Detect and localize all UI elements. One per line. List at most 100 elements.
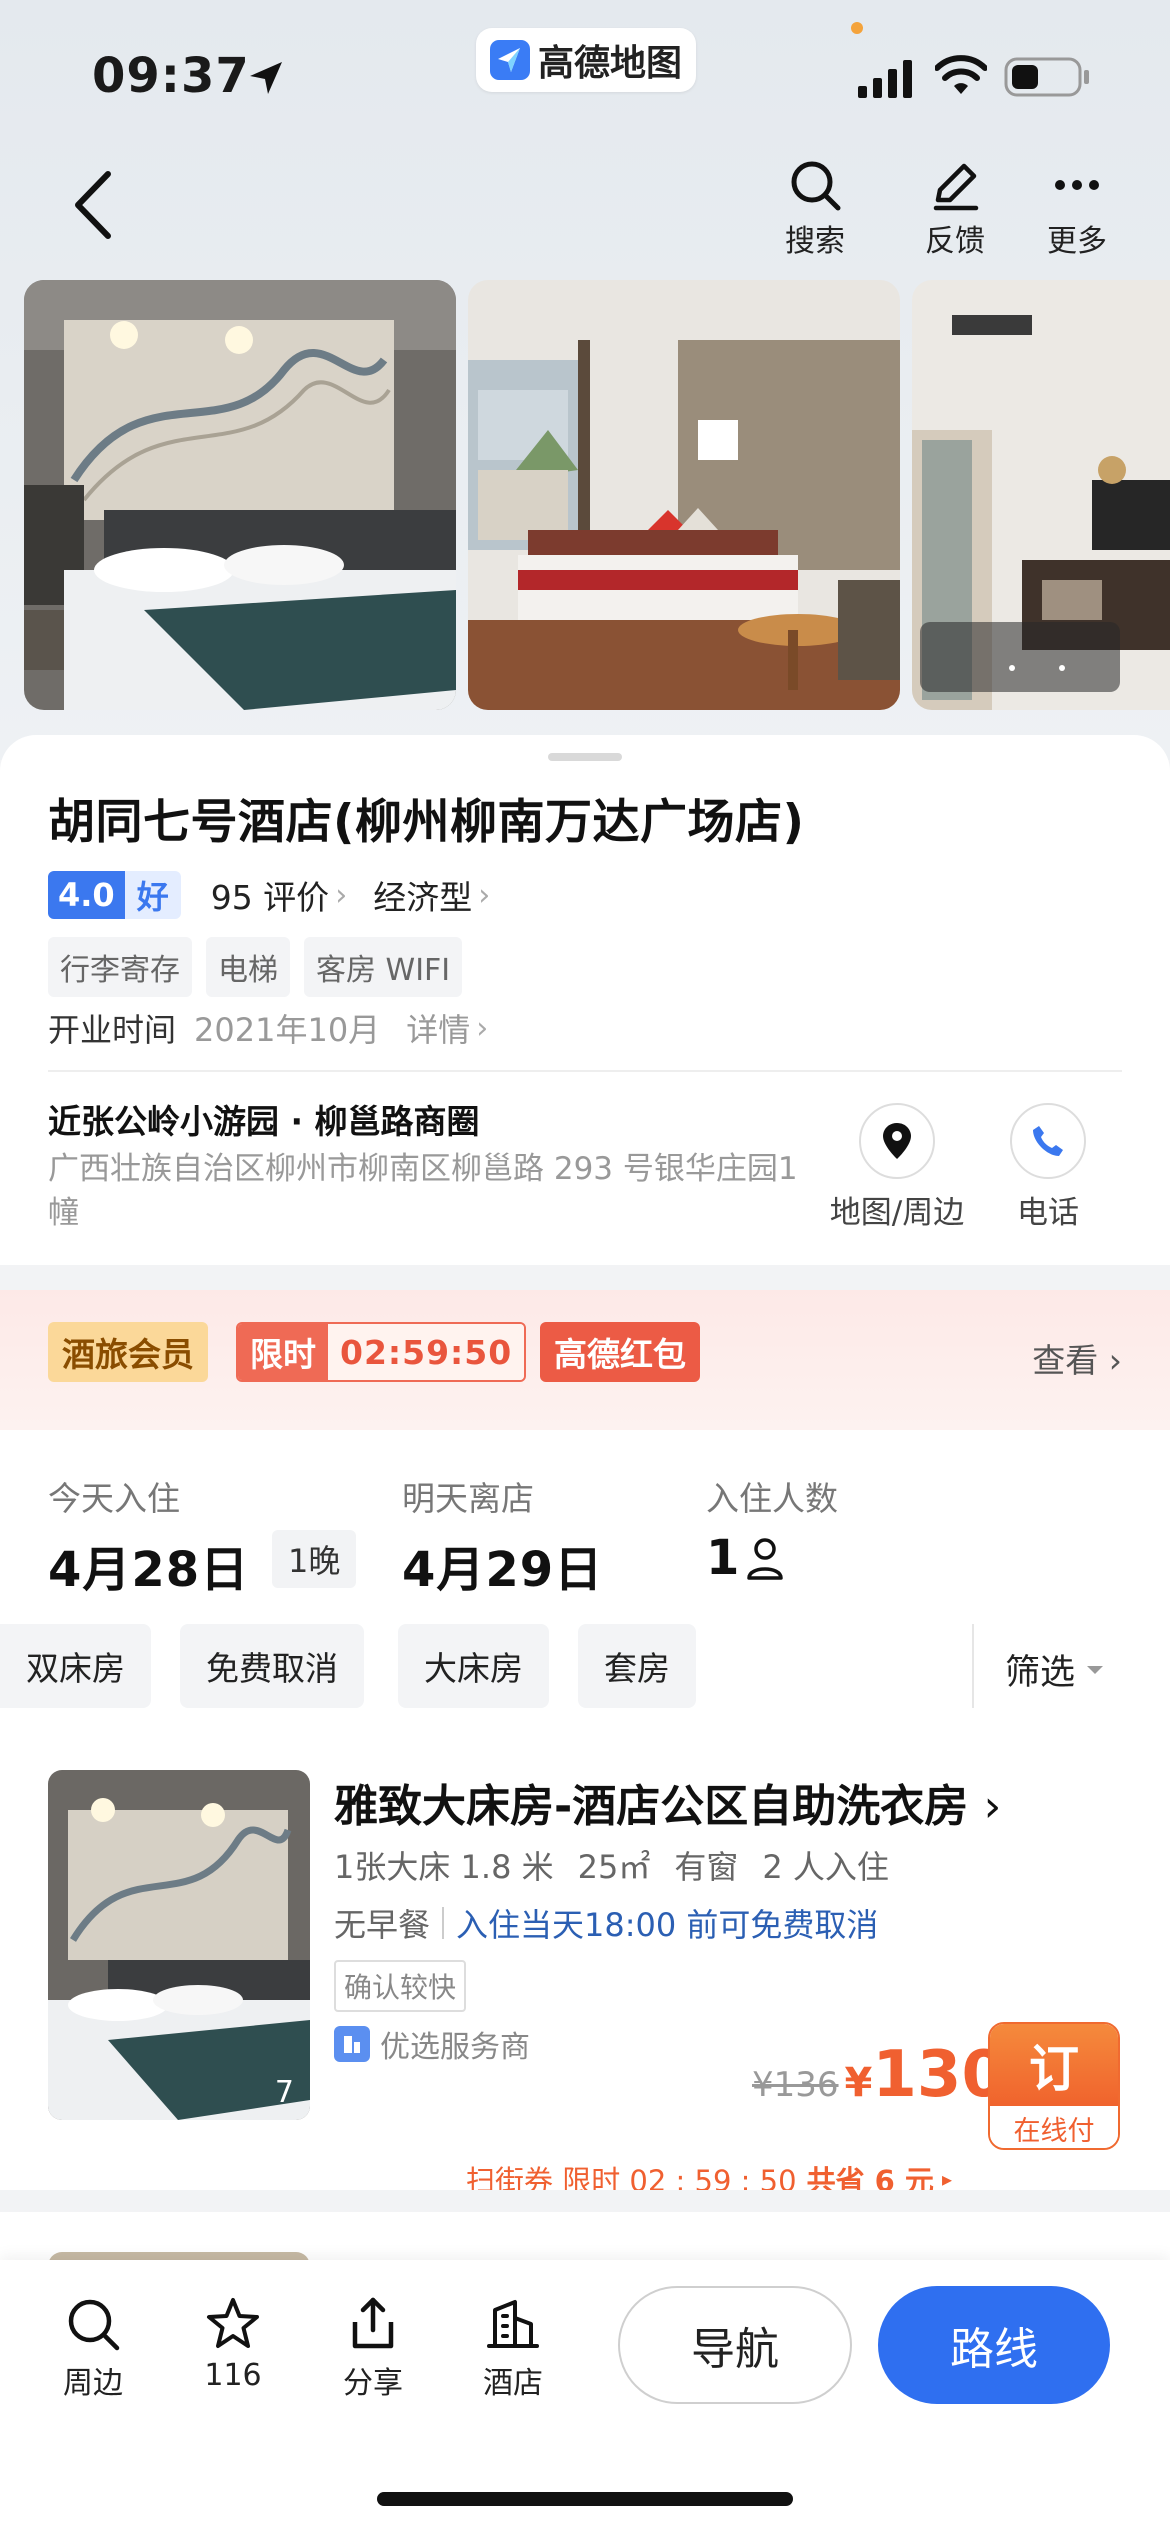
vendor-row: 优选服务商: [334, 2022, 530, 2066]
pay-online-label: 在线付: [990, 2106, 1118, 2148]
filter-free-cancel[interactable]: 免费取消: [180, 1624, 364, 1708]
vendor-label: 优选服务商: [380, 2030, 530, 2065]
search-icon: [791, 161, 841, 211]
policy-divider: [442, 1907, 445, 1939]
hotel-photo[interactable]: [24, 280, 456, 710]
view-promo-label: 查看: [1032, 1341, 1099, 1380]
business-area: 近张公岭小游园 · 柳邕路商圈: [48, 1102, 480, 1141]
back-button[interactable]: [62, 165, 122, 245]
limited-time-word: 限时: [238, 1324, 328, 1380]
more-button[interactable]: 更多: [1022, 158, 1132, 259]
feedback-button[interactable]: 反馈: [900, 158, 1010, 259]
facility-tag: 行李寄存: [48, 937, 192, 997]
detail-link[interactable]: 详情: [406, 1005, 470, 1051]
living-room-photo-image: [912, 280, 1170, 710]
more-dots-icon: [1055, 180, 1099, 190]
guests-label: 入住人数: [706, 1479, 838, 1518]
filter-label: 筛选: [1005, 1653, 1076, 1693]
caret-down-icon: [1087, 1665, 1104, 1674]
book-label: 订: [990, 2024, 1118, 2106]
facility-tag: 客房 WIFI: [304, 937, 463, 997]
checkout-label: 明天离店: [402, 1479, 534, 1518]
opening-label: 开业时间: [48, 1011, 177, 1049]
promo-banner[interactable]: 酒旅会员 限时 02:59:50 高德红包 查看 ›: [0, 1290, 1170, 1430]
phone-button[interactable]: 电话: [1000, 1103, 1096, 1232]
hotel-photo[interactable]: [912, 280, 1170, 710]
view-promo-link[interactable]: 查看 ›: [1032, 1334, 1122, 1382]
red-packet-tag: 高德红包: [540, 1322, 700, 1382]
limited-time-tag: 限时 02:59:50: [236, 1322, 527, 1382]
share-tab[interactable]: 分享: [318, 2296, 428, 2402]
app-badge[interactable]: 高德地图: [476, 28, 696, 92]
chevron-right-icon: ›: [478, 877, 491, 913]
search-icon: [68, 2299, 120, 2351]
hotel-info-sheet: 胡同七号酒店(柳州柳南万达广场店) 4.0 好 95 评价 › 经济型 › 行李…: [0, 735, 1170, 1265]
occupancy-spec: 2 人入住: [762, 1848, 889, 1886]
hotel-tab[interactable]: 酒店: [458, 2296, 568, 2402]
filter-suite[interactable]: 套房: [578, 1624, 696, 1708]
area-spec: 25㎡: [577, 1848, 651, 1886]
score-value: 4.0: [48, 871, 125, 919]
privacy-indicator: [851, 22, 863, 34]
nearby-label: 周边: [63, 2366, 123, 2401]
original-price: ¥136: [752, 2065, 839, 2105]
sheet-drag-handle[interactable]: [548, 753, 622, 761]
favorite-count: 116: [204, 2358, 262, 2393]
room-photo[interactable]: 7: [48, 1770, 310, 2120]
room-photo-image: [48, 1770, 310, 2120]
nights-badge: 1晚: [272, 1530, 357, 1588]
more-label: 更多: [1047, 224, 1107, 259]
opening-date: 2021年10月: [194, 1011, 381, 1049]
status-bar: 09:37 高德地图: [0, 0, 1170, 150]
book-button[interactable]: 订 在线付: [988, 2022, 1120, 2150]
filter-divider: [972, 1624, 974, 1708]
photo-gallery[interactable]: [24, 280, 1170, 710]
breakfast-info: 无早餐: [334, 1906, 431, 1944]
nearby-tab[interactable]: 周边: [38, 2296, 148, 2402]
map-nearby-button[interactable]: 地图/周边: [812, 1103, 982, 1232]
map-pin-icon: [883, 1123, 911, 1159]
chevron-right-icon: ›: [476, 1010, 489, 1046]
chevron-right-icon: ›: [1108, 1341, 1122, 1380]
filter-button[interactable]: 筛选: [1005, 1644, 1105, 1695]
bottom-action-bar: 周边 116 分享 酒店 导航 路线: [0, 2260, 1170, 2532]
phone-icon: [1033, 1126, 1063, 1156]
photo-count: 7: [274, 2075, 294, 2110]
guests-picker[interactable]: 入住人数 1: [706, 1472, 838, 1586]
hotel-type-link[interactable]: 经济型: [373, 871, 472, 919]
room-title-link[interactable]: 雅致大床房-酒店公区自助洗衣房 ›: [334, 1770, 1001, 1834]
section-separator: [0, 2190, 1170, 2212]
search-button[interactable]: 搜索: [760, 158, 870, 259]
favorite-tab[interactable]: 116: [178, 2296, 288, 2393]
checkout-picker[interactable]: 明天离店 4月29日: [402, 1472, 603, 1600]
home-indicator[interactable]: [377, 2492, 793, 2506]
pencil-icon: [933, 163, 979, 211]
chevron-left-icon: [75, 171, 111, 239]
price-row: ¥136 ¥ 130: [752, 2038, 1006, 2112]
map-nearby-label: 地图/周边: [829, 1195, 965, 1231]
hotel-photo[interactable]: [468, 280, 900, 710]
currency-symbol: ¥: [844, 2060, 873, 2106]
hotel-label: 酒店: [483, 2366, 543, 2401]
app-badge-label: 高德地图: [537, 43, 682, 84]
room-specs: 1张大床 1.8 米 25㎡ 有窗 2 人入住: [334, 1842, 889, 1888]
navigate-button[interactable]: 导航: [618, 2286, 852, 2404]
amap-logo-icon: [489, 40, 530, 80]
feedback-label: 反馈: [925, 224, 985, 259]
review-count-link[interactable]: 95 评价: [211, 871, 329, 919]
checkin-picker[interactable]: 今天入住 4月28日: [48, 1472, 249, 1600]
route-button[interactable]: 路线: [878, 2286, 1110, 2404]
bed-spec: 1张大床 1.8 米: [334, 1848, 554, 1886]
wifi-icon: [935, 55, 987, 94]
building-icon: [487, 2300, 539, 2348]
filter-king-room[interactable]: 大床房: [398, 1624, 549, 1708]
divider: [48, 1070, 1122, 1072]
rating-row: 4.0 好 95 评价 › 经济型 ›: [48, 870, 490, 920]
facility-tag: 电梯: [206, 937, 290, 997]
current-price: 130: [872, 2038, 1006, 2112]
phone-label: 电话: [1017, 1195, 1079, 1231]
chevron-right-icon: ›: [983, 1781, 1002, 1832]
cellular-signal-icon: [858, 60, 912, 98]
opening-row: 开业时间 2021年10月 详情 ›: [48, 1005, 488, 1051]
filter-twin-room[interactable]: 双床房: [0, 1624, 151, 1708]
